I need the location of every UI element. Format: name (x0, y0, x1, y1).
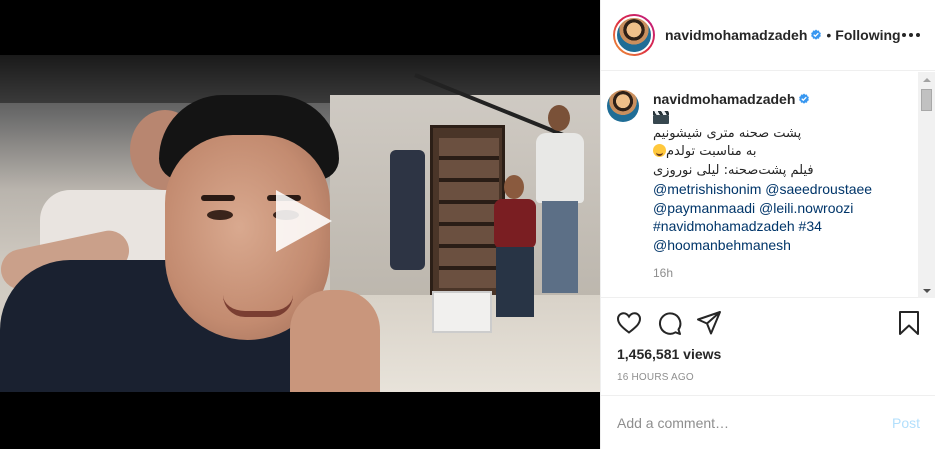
details-panel: navidmohamadzadeh • Following navidmoham… (600, 0, 935, 449)
caption-username[interactable]: navidmohamadzadeh (653, 90, 810, 109)
post-timestamp[interactable]: 16 HOURS AGO (617, 372, 694, 383)
verified-badge-icon (811, 29, 822, 40)
play-button[interactable] (268, 188, 334, 254)
header-username[interactable]: navidmohamadzadeh (665, 27, 822, 43)
comment-input[interactable] (617, 410, 867, 436)
comments-scrollbar[interactable] (918, 72, 935, 298)
mention-link[interactable]: @metrishishonim @saeedroustaee (653, 180, 915, 199)
share-button[interactable] (696, 310, 724, 338)
scroll-up-arrow-icon[interactable] (918, 72, 935, 87)
action-bar (601, 310, 935, 340)
following-button[interactable]: Following (835, 27, 900, 43)
post-dialog: navidmohamadzadeh • Following navidmoham… (0, 0, 935, 449)
caption: navidmohamadzadeh پشت صحنه متری شیشونیم … (601, 90, 917, 283)
like-button[interactable] (616, 310, 644, 338)
send-icon (697, 311, 721, 335)
comment-button[interactable] (656, 310, 684, 338)
post-header: navidmohamadzadeh • Following (601, 0, 935, 71)
caption-line: به مناسبت تولدم (653, 143, 915, 162)
separator-dot: • (826, 27, 832, 43)
caption-timestamp[interactable]: 16h (653, 264, 915, 283)
caption-avatar[interactable] (607, 90, 639, 122)
bookmark-icon (899, 311, 919, 335)
more-horizontal-icon (902, 33, 906, 37)
media-panel (0, 0, 600, 449)
caption-line: پشت صحنه متری شیشونیم (653, 125, 802, 141)
heart-icon (616, 312, 642, 334)
play-icon (276, 190, 332, 252)
post-comment-button[interactable]: Post (892, 415, 920, 431)
mention-link[interactable]: @hoomanbehmanesh (653, 236, 915, 255)
clapper-board-icon (653, 110, 669, 124)
caption-line: فیلم پشت‌صحنه: لیلی نوروزی (653, 162, 814, 178)
add-comment-bar: Post (601, 395, 935, 449)
avatar[interactable] (613, 14, 655, 56)
scrollbar-thumb[interactable] (921, 89, 932, 111)
comments-section[interactable]: navidmohamadzadeh پشت صحنه متری شیشونیم … (601, 72, 935, 298)
comment-icon (659, 312, 682, 335)
hashtag-link[interactable]: #navidmohamadzadeh #34 (653, 217, 915, 236)
more-options-button[interactable] (900, 24, 922, 46)
scroll-down-arrow-icon[interactable] (918, 283, 935, 298)
views-count[interactable]: 1,456,581 views (617, 346, 721, 362)
mention-link[interactable]: @paymanmaadi @leili.nowroozi (653, 199, 915, 218)
verified-badge-icon (799, 93, 810, 104)
laughing-emoji-icon (653, 144, 666, 157)
save-button[interactable] (896, 310, 924, 338)
